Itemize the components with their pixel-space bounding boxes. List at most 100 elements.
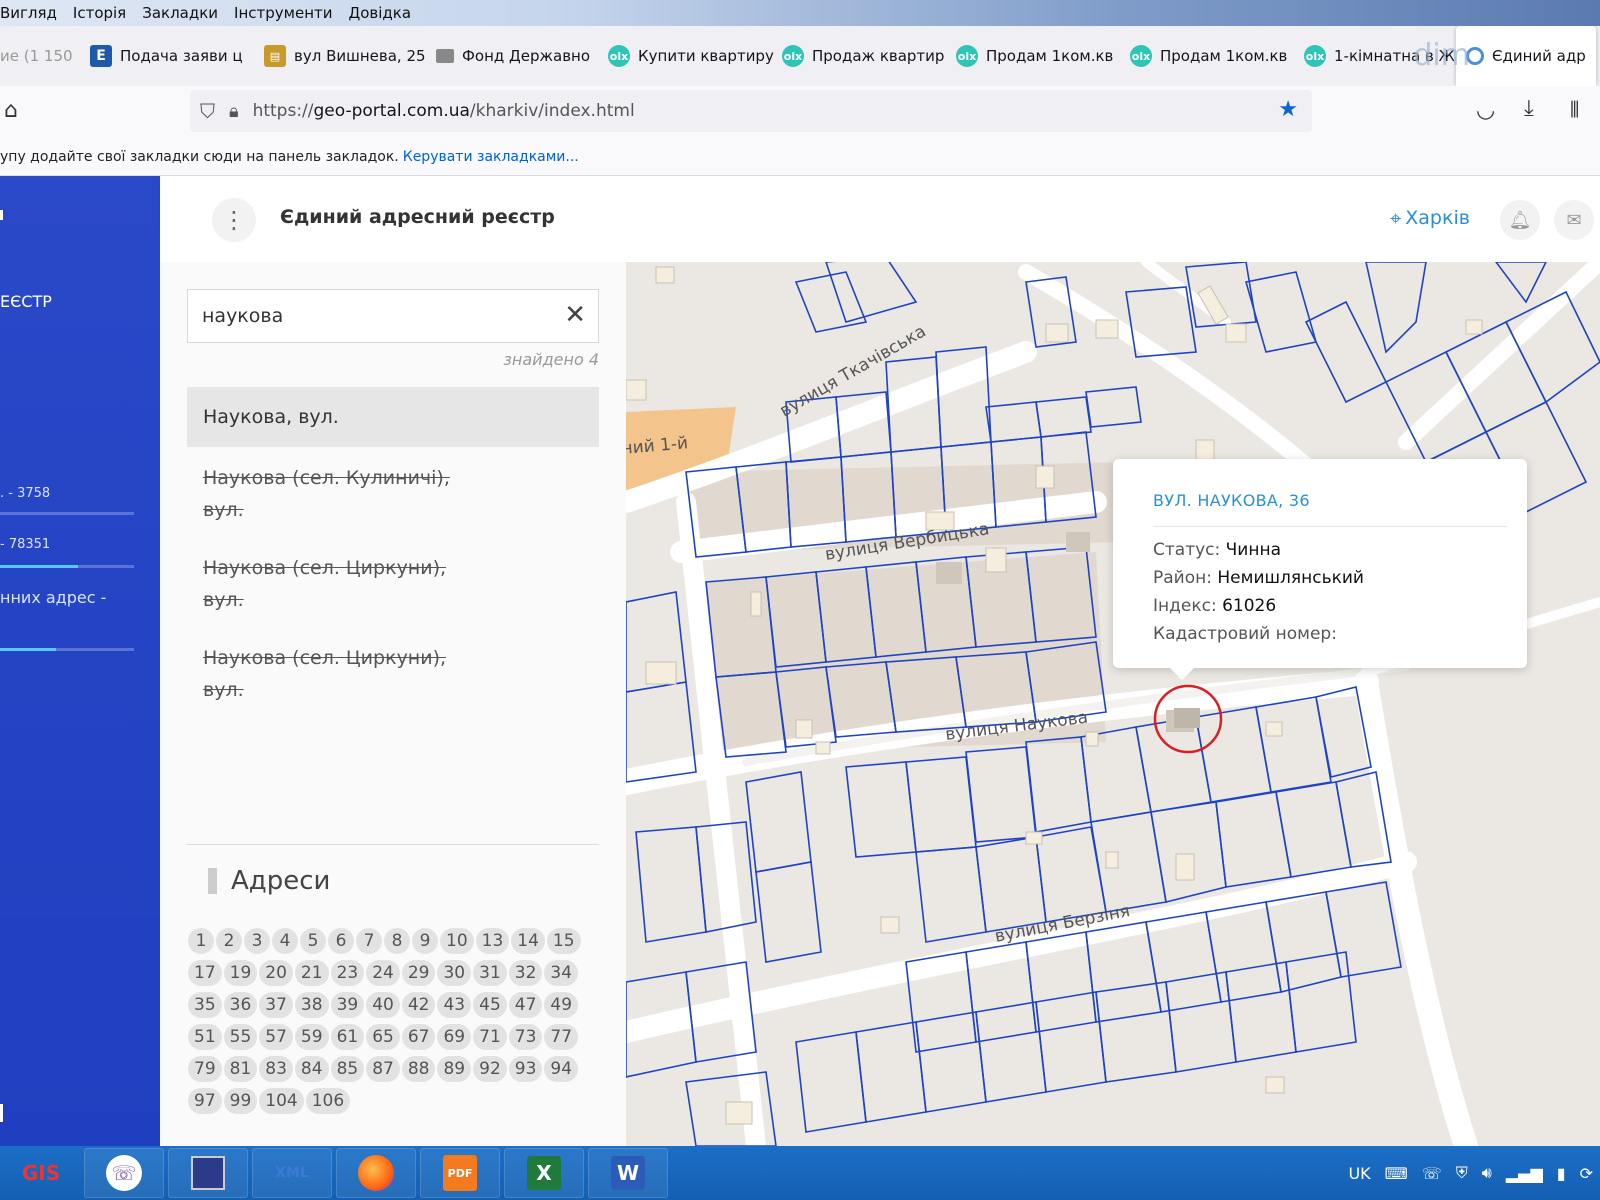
menu-history[interactable]: Історія: [65, 0, 134, 26]
address-number-chip[interactable]: 34: [544, 960, 579, 986]
address-number-chip[interactable]: 88: [401, 1056, 436, 1082]
address-number-chip[interactable]: 37: [259, 992, 293, 1018]
nav-section-registry[interactable]: ЕЄСТР: [0, 292, 52, 311]
address-number-chip[interactable]: 106: [305, 1088, 351, 1114]
address-number-chip[interactable]: 10: [440, 928, 474, 954]
update-icon[interactable]: ⟳: [1580, 1164, 1593, 1183]
address-number-chip[interactable]: 31: [473, 960, 507, 986]
tab-7[interactable]: olx Продам 1ком.кв: [946, 26, 1120, 86]
address-number-chip[interactable]: 43: [437, 992, 472, 1018]
address-number-chip[interactable]: 49: [544, 992, 579, 1018]
address-number-chip[interactable]: 79: [188, 1056, 222, 1082]
address-number-chip[interactable]: 21: [294, 960, 329, 986]
floppy-save-icon[interactable]: [168, 1148, 248, 1198]
tab-4[interactable]: Фонд Державно: [426, 26, 598, 86]
address-number-chip[interactable]: 81: [223, 1056, 258, 1082]
address-number-chip[interactable]: 99: [223, 1088, 258, 1114]
shield-tray-icon[interactable]: ⛨: [1456, 1163, 1468, 1183]
home-icon[interactable]: ⌂: [4, 98, 18, 123]
address-number-chip[interactable]: 35: [188, 992, 222, 1018]
volume-icon[interactable]: 🔊︎: [1482, 1163, 1492, 1183]
address-number-chip[interactable]: 14: [511, 928, 545, 954]
address-number-chip[interactable]: 89: [437, 1056, 472, 1082]
menu-view[interactable]: Вигляд: [0, 0, 65, 26]
address-number-chip[interactable]: 2: [216, 928, 242, 954]
firefox-app-icon[interactable]: [336, 1148, 416, 1198]
pocket-icon[interactable]: ◡: [1476, 98, 1495, 123]
signal-icon[interactable]: ▂▄▆: [1506, 1164, 1543, 1183]
menu-help[interactable]: Довідка: [341, 0, 420, 26]
address-number-chip[interactable]: 85: [330, 1056, 365, 1082]
address-number-chip[interactable]: 38: [294, 992, 329, 1018]
tab-1[interactable]: ие (1 150: [0, 26, 80, 86]
search-result-4[interactable]: Наукова (сел. Циркуни), вул.: [187, 642, 599, 706]
download-icon[interactable]: ⤓: [1524, 96, 1534, 121]
address-number-chip[interactable]: 92: [473, 1056, 507, 1082]
address-number-chip[interactable]: 94: [544, 1056, 579, 1082]
search-result-1[interactable]: Наукова, вул.: [187, 387, 599, 447]
excel-app-icon[interactable]: X: [504, 1148, 584, 1198]
map-view[interactable]: вулиця Ткачівська вулиця Вербицька вулиц…: [626, 262, 1600, 1146]
gis-app-icon[interactable]: GIS: [2, 1148, 80, 1198]
address-number-chip[interactable]: 42: [401, 992, 436, 1018]
tab-active[interactable]: Єдиний адр: [1456, 26, 1596, 86]
address-number-chip[interactable]: 57: [259, 1024, 293, 1050]
address-number-chip[interactable]: 65: [366, 1024, 400, 1050]
address-number-chip[interactable]: 77: [544, 1024, 579, 1050]
address-number-chip[interactable]: 87: [366, 1056, 400, 1082]
address-number-chip[interactable]: 29: [401, 960, 436, 986]
address-number-chip[interactable]: 67: [401, 1024, 436, 1050]
tab-6[interactable]: olx Продаж квартир: [772, 26, 946, 86]
keyboard-icon[interactable]: ⌨: [1385, 1164, 1408, 1183]
address-number-chip[interactable]: 5: [300, 928, 326, 954]
popup-title[interactable]: ВУЛ. НАУКОВА, 36: [1153, 491, 1310, 510]
manage-bookmarks-link[interactable]: Керувати закладками...: [403, 149, 579, 165]
address-number-chip[interactable]: 20: [259, 960, 293, 986]
menu-bookmarks[interactable]: Закладки: [134, 0, 226, 26]
address-number-chip[interactable]: 69: [437, 1024, 472, 1050]
address-number-chip[interactable]: 97: [188, 1088, 222, 1114]
tab-5[interactable]: olx Купити квартиру: [598, 26, 774, 86]
address-number-chip[interactable]: 17: [188, 960, 222, 986]
url-bar[interactable]: ⛉ 🔒︎ https://geo-portal.com.ua/kharkiv/i…: [190, 90, 1312, 132]
viber-tray-icon[interactable]: ☏: [1422, 1164, 1442, 1183]
menu-tools[interactable]: Інструменти: [226, 0, 340, 26]
address-number-chip[interactable]: 19: [223, 960, 258, 986]
address-number-chip[interactable]: 30: [437, 960, 472, 986]
search-result-3[interactable]: Наукова (сел. Циркуни), вул.: [187, 552, 599, 616]
tab-8[interactable]: olx Продам 1ком.кв: [1120, 26, 1294, 86]
word-app-icon[interactable]: W: [588, 1148, 668, 1198]
viber-app-icon[interactable]: ☏: [84, 1148, 164, 1198]
mail-icon[interactable]: ✉: [1554, 200, 1594, 240]
address-number-chip[interactable]: 36: [223, 992, 258, 1018]
address-number-chip[interactable]: 73: [508, 1024, 543, 1050]
kebab-menu-icon[interactable]: ⋮: [212, 198, 256, 242]
address-number-chip[interactable]: 71: [473, 1024, 507, 1050]
xml-app-icon[interactable]: XML: [252, 1148, 332, 1198]
address-number-chip[interactable]: 55: [223, 1024, 258, 1050]
address-number-chip[interactable]: 9: [412, 928, 438, 954]
address-number-chip[interactable]: 47: [508, 992, 543, 1018]
battery-icon[interactable]: ▮: [1557, 1164, 1566, 1183]
address-number-chip[interactable]: 15: [546, 928, 581, 954]
address-number-chip[interactable]: 59: [294, 1024, 329, 1050]
address-number-chip[interactable]: 24: [366, 960, 400, 986]
address-number-chip[interactable]: 8: [384, 928, 410, 954]
address-number-chip[interactable]: 32: [508, 960, 543, 986]
city-selector[interactable]: ⌖ Харків: [1390, 206, 1470, 230]
search-input[interactable]: наукова ✕: [187, 289, 599, 343]
star-icon[interactable]: ★: [1278, 97, 1298, 122]
address-number-chip[interactable]: 4: [272, 928, 298, 954]
collapse-icon[interactable]: [0, 210, 3, 220]
language-indicator[interactable]: UK: [1348, 1164, 1370, 1183]
address-number-chip[interactable]: 13: [475, 928, 510, 954]
clear-icon[interactable]: ✕: [564, 302, 586, 328]
address-number-chip[interactable]: 51: [188, 1024, 222, 1050]
address-number-chip[interactable]: 84: [294, 1056, 329, 1082]
address-number-chip[interactable]: 6: [328, 928, 354, 954]
address-number-chip[interactable]: 61: [330, 1024, 365, 1050]
address-number-chip[interactable]: 39: [330, 992, 365, 1018]
address-number-chip[interactable]: 104: [259, 1088, 304, 1114]
map-canvas[interactable]: вулиця Ткачівська вулиця Вербицька вулиц…: [626, 262, 1600, 1146]
tab-3[interactable]: ▤ вул Вишнева, 25: [254, 26, 426, 86]
